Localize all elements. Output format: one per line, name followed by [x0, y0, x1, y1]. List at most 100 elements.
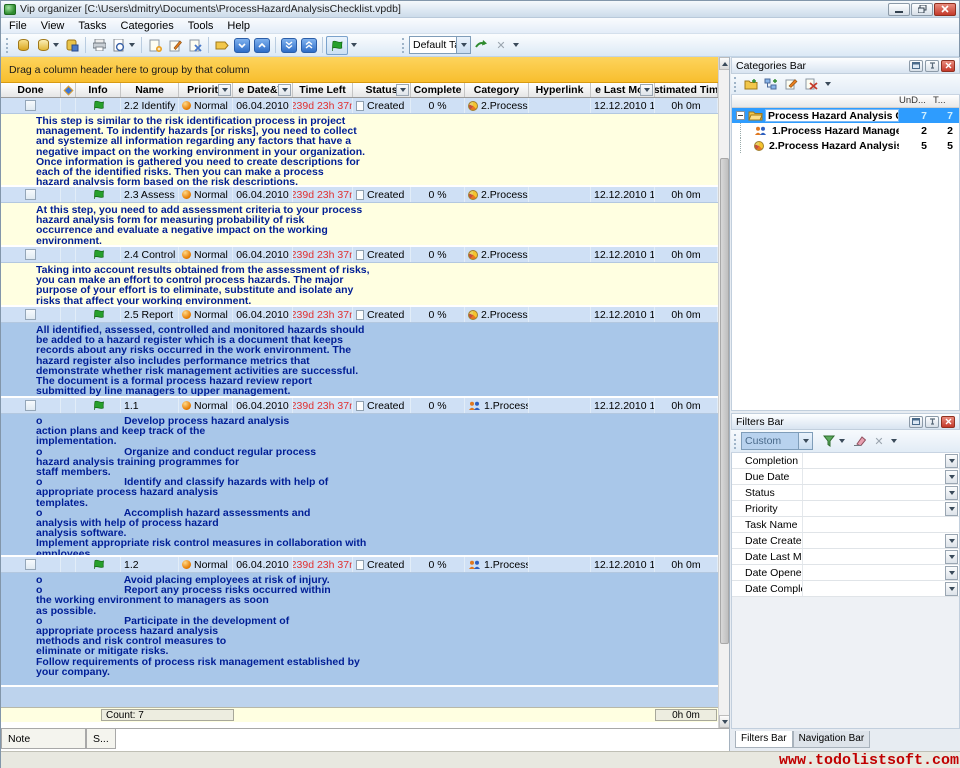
header-last-modified[interactable]: e Last Mod: [591, 83, 655, 97]
tab-filters-bar[interactable]: Filters Bar: [735, 731, 793, 748]
done-checkbox[interactable]: [25, 100, 36, 111]
menu-view[interactable]: View: [41, 20, 65, 32]
view-filter-button[interactable]: [326, 36, 348, 55]
grid-scrollbar[interactable]: [718, 57, 729, 728]
priority-cell[interactable]: Normal: [179, 557, 233, 572]
last-modified-cell[interactable]: 12.12.2010 17:0: [591, 98, 655, 113]
header-status[interactable]: Status: [353, 83, 411, 97]
priority-cell[interactable]: Normal: [179, 187, 233, 202]
print-preview-button[interactable]: [109, 36, 129, 55]
estimated-cell[interactable]: 0h 0m: [655, 98, 718, 113]
filter-dropdown-button[interactable]: [945, 486, 958, 500]
menu-tasks[interactable]: Tasks: [78, 20, 106, 32]
filter-dropdown-button[interactable]: [945, 470, 958, 484]
highlight-button[interactable]: [212, 36, 232, 55]
task-row[interactable]: 1.2 Normal 06.04.2010 -239d 23h 37m Crea…: [1, 557, 718, 573]
task-note[interactable]: Taking into account results obtained fro…: [1, 263, 718, 305]
print-button[interactable]: [89, 36, 109, 55]
due-date-filter-button[interactable]: [278, 84, 291, 96]
toolbar-overflow-icon[interactable]: [513, 43, 519, 47]
filter-dropdown-icon[interactable]: [839, 439, 845, 443]
edit-task-button[interactable]: [165, 36, 185, 55]
new-task-button[interactable]: [145, 36, 165, 55]
hyperlink-cell[interactable]: [529, 307, 591, 322]
due-date-cell[interactable]: 06.04.2010: [233, 557, 293, 572]
done-checkbox[interactable]: [25, 559, 36, 570]
task-note[interactable]: o Develop process hazard analysis action…: [1, 414, 718, 555]
task-row[interactable]: 2.5 Report Normal 06.04.2010 -239d 23h 3…: [1, 307, 718, 323]
float-panel-button[interactable]: [909, 60, 923, 72]
menu-help[interactable]: Help: [227, 20, 250, 32]
status-cell[interactable]: Created: [353, 307, 411, 322]
complete-cell[interactable]: 0 %: [411, 557, 465, 572]
task-note[interactable]: At this step, you need to add assessment…: [1, 203, 718, 245]
done-checkbox[interactable]: [25, 309, 36, 320]
priority-cell[interactable]: Normal: [179, 247, 233, 262]
time-left-cell[interactable]: -239d 23h 37m: [293, 307, 353, 322]
clear-view-button[interactable]: ✕: [491, 36, 511, 55]
filter-row-task-name[interactable]: Task Name: [732, 517, 959, 533]
priority-cell[interactable]: Normal: [179, 98, 233, 113]
estimated-cell[interactable]: 0h 0m: [655, 557, 718, 572]
filter-dropdown-button[interactable]: [945, 454, 958, 468]
filter-value[interactable]: [802, 581, 945, 596]
task-row[interactable]: 2.3 Assess Normal 06.04.2010 -239d 23h 3…: [1, 187, 718, 203]
header-flag[interactable]: [61, 83, 76, 97]
close-panel-button[interactable]: [941, 416, 955, 428]
task-row[interactable]: 2.4 Control Normal 06.04.2010 -239d 23h …: [1, 247, 718, 263]
apply-filter-button[interactable]: [819, 432, 839, 451]
status-cell[interactable]: Created: [353, 557, 411, 572]
hyperlink-cell[interactable]: [529, 187, 591, 202]
status-cell[interactable]: Created: [353, 187, 411, 202]
complete-cell[interactable]: 0 %: [411, 98, 465, 113]
collapse-icon[interactable]: [736, 111, 745, 120]
last-modified-filter-button[interactable]: [640, 84, 653, 96]
time-left-cell[interactable]: -239d 23h 37m: [293, 98, 353, 113]
estimated-cell[interactable]: 0h 0m: [655, 247, 718, 262]
priority-cell[interactable]: Normal: [179, 398, 233, 413]
status-cell[interactable]: Created: [353, 398, 411, 413]
filter-value[interactable]: [802, 469, 945, 484]
category-label[interactable]: 2.Process Hazard Analysis Ste: [767, 140, 899, 152]
filter-value[interactable]: [802, 549, 945, 564]
filter-dropdown-button[interactable]: [945, 566, 958, 580]
header-estimated-time[interactable]: stimated Tim: [655, 83, 718, 97]
filter-row-date-last-modified[interactable]: Date Last Modifie: [732, 549, 959, 565]
float-panel-button[interactable]: [909, 416, 923, 428]
complete-cell[interactable]: 0 %: [411, 398, 465, 413]
menu-tools[interactable]: Tools: [188, 20, 214, 32]
undone-column-header[interactable]: UnD...: [899, 95, 933, 107]
remove-filter-button[interactable]: ✕: [869, 432, 889, 451]
new-category-button[interactable]: [741, 75, 761, 94]
header-time-left[interactable]: Time Left: [293, 83, 353, 97]
filter-preset-combo[interactable]: Custom: [741, 432, 813, 450]
hyperlink-cell[interactable]: [529, 98, 591, 113]
task-row[interactable]: 1.1 Normal 06.04.2010 -239d 23h 37m Crea…: [1, 398, 718, 414]
tab-navigation-bar[interactable]: Navigation Bar: [793, 731, 871, 748]
category-tree-item[interactable]: 1.Process Hazard Managemen 2 2: [732, 123, 959, 138]
filter-value[interactable]: [802, 533, 945, 548]
category-label[interactable]: 1.Process Hazard Managemen: [770, 125, 899, 137]
filter-dropdown-button[interactable]: [945, 502, 958, 516]
hyperlink-cell[interactable]: [529, 247, 591, 262]
move-bottom-button[interactable]: [279, 36, 299, 55]
last-modified-cell[interactable]: 12.12.2010 17:0: [591, 187, 655, 202]
estimated-cell[interactable]: 0h 0m: [655, 187, 718, 202]
done-checkbox[interactable]: [25, 189, 36, 200]
category-cell[interactable]: 2.Process H: [465, 247, 529, 262]
category-cell[interactable]: 1.Process H: [465, 398, 529, 413]
name-cell[interactable]: 2.4 Control: [121, 247, 179, 262]
due-date-cell[interactable]: 06.04.2010: [233, 307, 293, 322]
status-cell[interactable]: Created: [353, 247, 411, 262]
clear-filter-button[interactable]: [849, 432, 869, 451]
complete-cell[interactable]: 0 %: [411, 187, 465, 202]
header-name[interactable]: Name: [121, 83, 179, 97]
open-dropdown-icon[interactable]: [53, 43, 59, 47]
task-note[interactable]: This step is similar to the risk identif…: [1, 114, 718, 185]
filter-value[interactable]: [802, 517, 959, 532]
last-modified-cell[interactable]: 12.12.2010 17:1: [591, 307, 655, 322]
filter-row-completion[interactable]: Completion: [732, 453, 959, 469]
header-due-date[interactable]: e Date&Ti: [233, 83, 293, 97]
filter-row-priority[interactable]: Priority: [732, 501, 959, 517]
name-cell[interactable]: 2.3 Assess: [121, 187, 179, 202]
